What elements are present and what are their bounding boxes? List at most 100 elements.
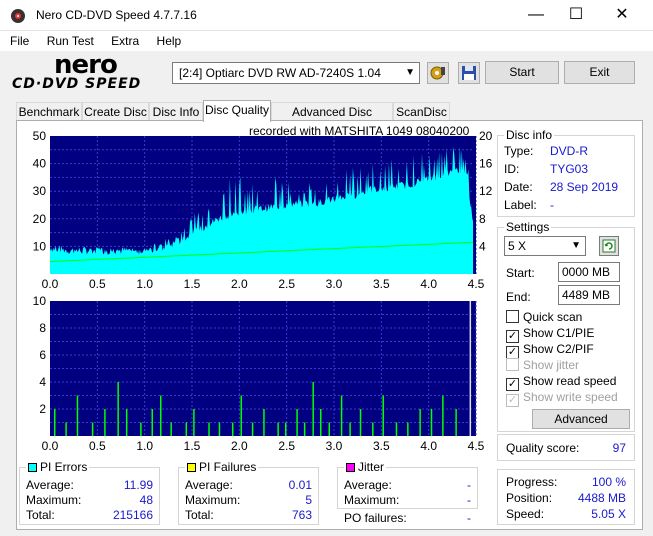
tab-create-disc[interactable]: Create Disc xyxy=(82,102,149,121)
checkbox-label: Quick scan xyxy=(523,310,583,324)
show-read-speed-checkbox[interactable]: ✓ Show read speed xyxy=(506,374,617,391)
speed-label: Speed: xyxy=(506,507,545,521)
disc-settings-icon xyxy=(430,66,445,80)
po-failures-value: - xyxy=(467,511,471,525)
x-tick-label: 3.0 xyxy=(326,439,343,453)
x-tick-label: 4.0 xyxy=(420,439,437,453)
show-c2-pif-checkbox[interactable]: ✓ Show C2/PIF xyxy=(506,342,594,359)
maximize-button[interactable]: ☐ xyxy=(553,0,599,31)
x-tick-label: 1.5 xyxy=(184,277,201,291)
x-tick-label: 4.0 xyxy=(420,277,437,291)
y-left-tick-label: 30 xyxy=(33,184,47,198)
progress-group: Progress: 100 % Position: 4488 MB Speed:… xyxy=(497,469,635,525)
pif-maximum-label: Maximum: xyxy=(185,493,241,507)
jitter-title-text: Jitter xyxy=(358,460,385,474)
tab-disc-info[interactable]: Disc Info xyxy=(149,102,203,121)
logo-speed-text: CD·DVD SPEED xyxy=(12,76,142,92)
y-tick-label: 2 xyxy=(39,402,46,416)
x-tick-label: 0.5 xyxy=(89,439,106,453)
pi-failures-title-text: PI Failures xyxy=(199,460,257,474)
y-tick-label: 8 xyxy=(39,321,46,335)
pi-errors-swatch xyxy=(28,463,37,472)
tab-advanced-disc-quality[interactable]: Advanced Disc Quality xyxy=(271,102,393,137)
pif-maximum-value: 5 xyxy=(305,493,312,507)
type-value: DVD-R xyxy=(550,144,588,158)
nero-logo: nero CD·DVD SPEED xyxy=(8,50,168,94)
start-input[interactable]: 0000 MB xyxy=(558,262,620,282)
y-right-tick-label: 8 xyxy=(479,212,486,226)
exit-button[interactable]: Exit xyxy=(564,61,635,84)
speed-select[interactable]: 5 X ▼ xyxy=(504,236,586,256)
pif-total-value: 763 xyxy=(291,508,312,522)
end-input[interactable]: 4489 MB xyxy=(558,285,620,305)
y-left-tick-label: 10 xyxy=(33,239,47,253)
x-tick-label: 3.5 xyxy=(373,277,390,291)
start-button[interactable]: Start xyxy=(485,61,559,84)
quality-score-label: Quality score: xyxy=(506,441,580,455)
progress-label: Progress: xyxy=(506,475,558,489)
y-left-tick-label: 40 xyxy=(33,157,47,171)
menu-run-test[interactable]: Run Test xyxy=(47,31,94,51)
settings-group: Settings 5 X ▼ Start: 0000 MB End: 4489 … xyxy=(497,220,635,432)
type-label: Type: xyxy=(504,144,534,158)
checkbox-label: Show C2/PIF xyxy=(523,342,594,356)
jitter-maximum-value: - xyxy=(467,493,471,507)
unscanned-region xyxy=(473,136,476,274)
close-button[interactable]: ✕ xyxy=(599,0,645,31)
settings-title: Settings xyxy=(504,220,552,234)
speed-select-value: 5 X xyxy=(508,239,527,253)
refresh-speed-button[interactable] xyxy=(599,236,619,256)
nero-app-icon xyxy=(11,9,25,23)
show-write-speed-checkbox[interactable]: ✓ Show write speed xyxy=(506,390,618,407)
x-tick-label: 2.5 xyxy=(278,277,295,291)
position-value: 4488 MB xyxy=(577,491,626,505)
eject-options-button[interactable] xyxy=(427,62,449,84)
show-c1-pie-checkbox[interactable]: ✓ Show C1/PIE xyxy=(506,326,595,343)
date-value: 28 Sep 2019 xyxy=(550,180,619,194)
tab-scandisc[interactable]: ScanDisc xyxy=(393,102,450,121)
speed-value: 5.05 X xyxy=(591,507,626,521)
tab-benchmark[interactable]: Benchmark xyxy=(16,102,82,121)
menu-extra[interactable]: Extra xyxy=(111,31,139,51)
menu-bar: File Run Test Extra Help xyxy=(0,31,653,51)
quality-score-value: 97 xyxy=(612,441,626,455)
y-tick-label: 4 xyxy=(39,375,46,389)
pif-average-value: 0.01 xyxy=(288,478,312,492)
progress-value: 100 % xyxy=(591,475,626,489)
chevron-down-icon: ▼ xyxy=(405,67,415,78)
checkbox-label: Show read speed xyxy=(523,374,617,388)
menu-help[interactable]: Help xyxy=(157,31,182,51)
advanced-button[interactable]: Advanced xyxy=(532,409,630,429)
drive-select[interactable]: [2:4] Optiarc DVD RW AD-7240S 1.04 ▼ xyxy=(172,62,420,84)
x-tick-label: 3.0 xyxy=(326,277,343,291)
x-tick-label: 0.0 xyxy=(42,439,59,453)
recorded-with-label: recorded with MATSHITA 1049 08040200 xyxy=(249,124,470,138)
label-value: - xyxy=(550,198,554,212)
tab-disc-quality[interactable]: Disc Quality xyxy=(203,100,271,122)
disc-info-group: Disc info Type: DVD-R ID: TYG03 Date: 28… xyxy=(497,128,635,217)
x-tick-label: 0.0 xyxy=(42,277,59,291)
save-button[interactable] xyxy=(458,62,480,84)
pi-failures-title: PI Failures xyxy=(185,460,259,474)
pie-average-label: Average: xyxy=(26,478,74,492)
y-right-tick-label: 4 xyxy=(479,239,486,253)
title-bar: Nero CD-DVD Speed 4.7.7.16 — ☐ ✕ xyxy=(0,0,653,31)
pie-average-value: 11.99 xyxy=(123,478,153,492)
disc-quality-panel: 0.0 0.5 1.0 1.5 2.0 2.5 3.0 3.5 4.0 4.5 10 20 30 40 50… xyxy=(16,120,643,530)
pi-failures-swatch xyxy=(187,463,196,472)
checkbox-label: Show C1/PIE xyxy=(523,326,595,340)
menu-file[interactable]: File xyxy=(10,31,29,51)
pi-errors-title: PI Errors xyxy=(26,460,90,474)
show-jitter-checkbox[interactable]: Show jitter xyxy=(506,358,579,374)
x-tick-label: 3.5 xyxy=(373,439,390,453)
quick-scan-checkbox[interactable]: Quick scan xyxy=(506,310,582,326)
checkbox-box xyxy=(506,358,519,371)
drive-select-value: [2:4] Optiarc DVD RW AD-7240S 1.04 xyxy=(179,66,381,80)
id-label: ID: xyxy=(504,162,520,176)
x-tick-label: 1.0 xyxy=(136,439,153,453)
quality-score-group: Quality score: 97 xyxy=(497,434,635,461)
checkbox-box xyxy=(506,310,519,323)
pi-errors-title-text: PI Errors xyxy=(40,460,88,474)
end-label: End: xyxy=(506,290,531,304)
jitter-swatch xyxy=(346,463,355,472)
